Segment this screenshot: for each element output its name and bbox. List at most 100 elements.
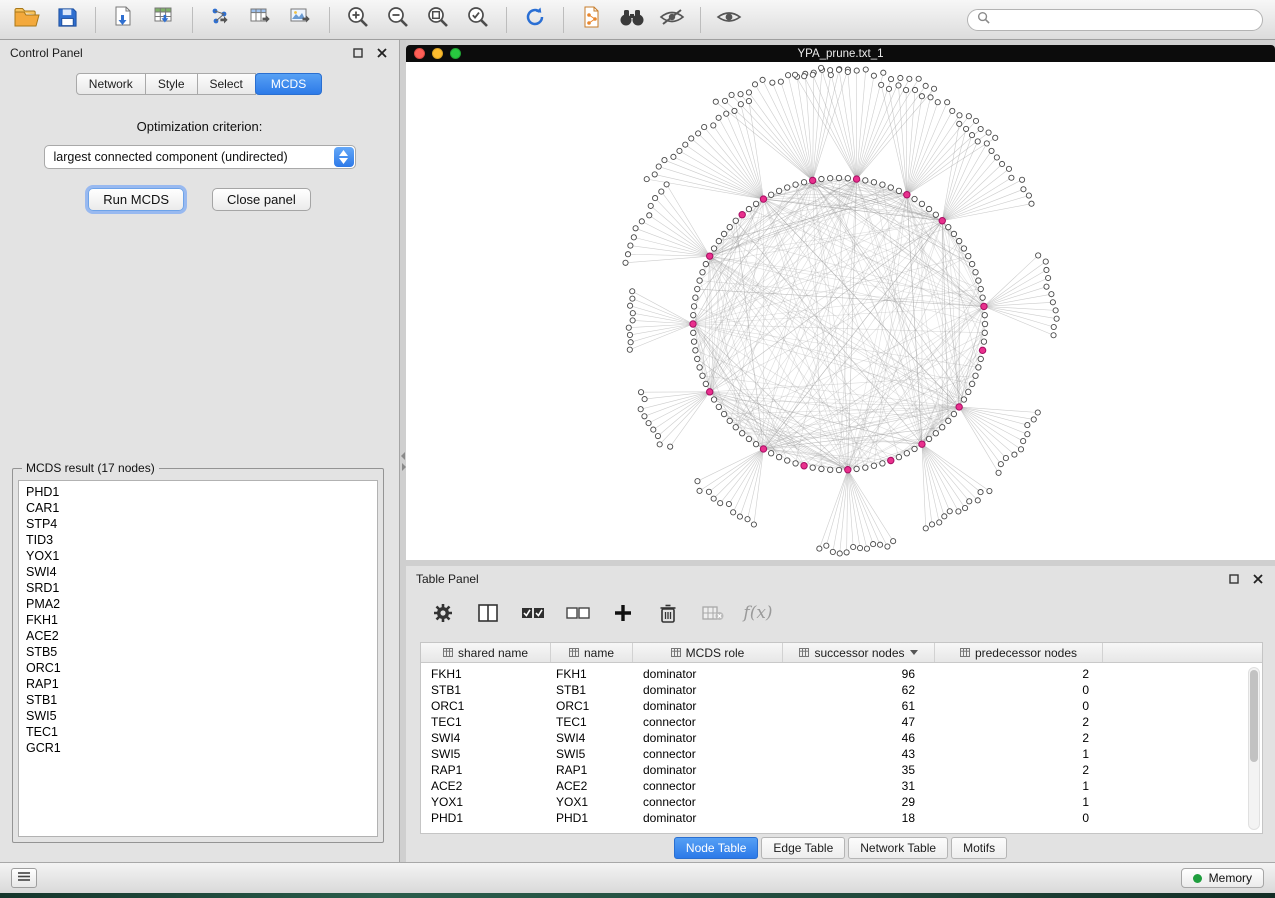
tab-network-table[interactable]: Network Table xyxy=(848,837,948,859)
mcds-result-item[interactable]: ORC1 xyxy=(26,660,370,676)
close-window-icon[interactable] xyxy=(414,48,425,59)
tab-style[interactable]: Style xyxy=(145,73,198,95)
table-cell: YOX1 xyxy=(421,795,551,809)
float-panel-icon[interactable] xyxy=(350,46,365,61)
mcds-result-item[interactable]: PMA2 xyxy=(26,596,370,612)
zoom-out-button[interactable] xyxy=(379,4,417,36)
export-network-button[interactable] xyxy=(202,4,240,36)
refresh-button[interactable] xyxy=(516,4,554,36)
table-row[interactable]: PHD1PHD1dominator180 xyxy=(421,810,1262,826)
sort-chevron-icon xyxy=(910,650,918,655)
zoom-in-button[interactable] xyxy=(339,4,377,36)
table-cell: 1 xyxy=(935,747,1103,761)
mcds-result-list[interactable]: PHD1CAR1STP4TID3YOX1SWI4SRD1PMA2FKH1ACE2… xyxy=(18,480,378,837)
export-table-button[interactable] xyxy=(242,4,280,36)
mcds-result-item[interactable]: TID3 xyxy=(26,532,370,548)
mcds-result-item[interactable]: SRD1 xyxy=(26,580,370,596)
search-input[interactable] xyxy=(996,13,1253,27)
close-panel-button[interactable]: Close panel xyxy=(212,188,311,211)
import-table-file-button[interactable] xyxy=(145,4,183,36)
mcds-result-item[interactable]: YOX1 xyxy=(26,548,370,564)
close-panel-icon[interactable] xyxy=(1250,572,1265,587)
share-document-button[interactable] xyxy=(573,4,611,36)
optimization-criterion-select[interactable]: largest connected component (undirected) xyxy=(44,145,356,169)
mcds-result-item[interactable]: STP4 xyxy=(26,516,370,532)
column-header-mcds-role[interactable]: MCDS role xyxy=(633,643,783,662)
mcds-result-item[interactable]: SWI4 xyxy=(26,564,370,580)
table-row[interactable]: FKH1FKH1dominator962 xyxy=(421,666,1262,682)
add-column-button[interactable] xyxy=(610,600,636,626)
deselect-all-button[interactable] xyxy=(565,600,591,626)
table-cell: PHD1 xyxy=(551,811,633,825)
maximize-window-icon[interactable] xyxy=(450,48,461,59)
function-builder-button[interactable]: f(x) xyxy=(745,600,771,626)
table-row[interactable]: YOX1YOX1connector291 xyxy=(421,794,1262,810)
table-row[interactable]: RAP1RAP1dominator352 xyxy=(421,762,1262,778)
open-session-button[interactable] xyxy=(8,4,46,36)
image-export-icon xyxy=(289,5,313,34)
tab-node-table[interactable]: Node Table xyxy=(674,837,759,859)
table-row[interactable]: ACE2ACE2connector311 xyxy=(421,778,1262,794)
node-table-header: shared name name MCDS role successor nod… xyxy=(421,643,1262,663)
mcds-result-item[interactable]: RAP1 xyxy=(26,676,370,692)
table-scrollbar-thumb[interactable] xyxy=(1250,670,1258,762)
export-image-button[interactable] xyxy=(282,4,320,36)
tab-motifs[interactable]: Motifs xyxy=(951,837,1007,859)
search-network-button[interactable] xyxy=(613,4,651,36)
table-cell: 0 xyxy=(935,699,1103,713)
mcds-result-item[interactable]: STB5 xyxy=(26,644,370,660)
network-window: YPA_prune.txt_1 xyxy=(406,45,1275,560)
mcds-result-item[interactable]: GCR1 xyxy=(26,740,370,756)
table-row[interactable]: SWI5SWI5connector431 xyxy=(421,746,1262,762)
column-header-shared-name[interactable]: shared name xyxy=(421,643,551,662)
mcds-result-item[interactable]: STB1 xyxy=(26,692,370,708)
table-cell: dominator xyxy=(633,811,783,825)
minimize-window-icon[interactable] xyxy=(432,48,443,59)
show-graphics-button[interactable] xyxy=(710,4,748,36)
tab-edge-table[interactable]: Edge Table xyxy=(761,837,845,859)
table-row[interactable]: STB1STB1dominator620 xyxy=(421,682,1262,698)
tab-select[interactable]: Select xyxy=(197,73,256,95)
network-graph[interactable] xyxy=(406,62,1275,560)
mcds-result-item[interactable]: TEC1 xyxy=(26,724,370,740)
table-cell: FKH1 xyxy=(551,667,633,681)
table-row[interactable]: ORC1ORC1dominator610 xyxy=(421,698,1262,714)
mcds-result-item[interactable]: CAR1 xyxy=(26,500,370,516)
hide-selected-button[interactable] xyxy=(653,4,691,36)
delete-column-button[interactable] xyxy=(655,600,681,626)
network-canvas[interactable] xyxy=(406,62,1275,560)
refresh-icon xyxy=(523,5,547,34)
tab-network[interactable]: Network xyxy=(76,73,146,95)
float-panel-icon[interactable] xyxy=(1226,572,1241,587)
mcds-result-item[interactable]: FKH1 xyxy=(26,612,370,628)
table-cell: 31 xyxy=(783,779,935,793)
delete-table-button[interactable] xyxy=(700,600,726,626)
select-all-button[interactable] xyxy=(520,600,546,626)
table-cell: TEC1 xyxy=(551,715,633,729)
zoom-selected-button[interactable] xyxy=(459,4,497,36)
mcds-result-item[interactable]: PHD1 xyxy=(26,484,370,500)
table-cell: 29 xyxy=(783,795,935,809)
split-column-button[interactable] xyxy=(475,600,501,626)
table-cell: ACE2 xyxy=(551,779,633,793)
task-history-button[interactable] xyxy=(11,868,37,888)
column-header-name[interactable]: name xyxy=(551,643,633,662)
column-header-predecessor-nodes[interactable]: predecessor nodes xyxy=(935,643,1103,662)
run-mcds-button[interactable]: Run MCDS xyxy=(88,188,184,211)
network-titlebar[interactable]: YPA_prune.txt_1 xyxy=(406,45,1275,62)
table-row[interactable]: TEC1TEC1connector472 xyxy=(421,714,1262,730)
memory-button[interactable]: Memory xyxy=(1181,868,1264,888)
zoom-fit-button[interactable] xyxy=(419,4,457,36)
mcds-result-item[interactable]: ACE2 xyxy=(26,628,370,644)
table-scrollbar[interactable] xyxy=(1248,667,1260,830)
search-box[interactable] xyxy=(967,9,1263,31)
table-cell: connector xyxy=(633,779,783,793)
save-session-button[interactable] xyxy=(48,4,86,36)
mcds-result-item[interactable]: SWI5 xyxy=(26,708,370,724)
import-network-file-button[interactable] xyxy=(105,4,143,36)
tab-mcds[interactable]: MCDS xyxy=(255,73,322,95)
table-settings-button[interactable] xyxy=(430,600,456,626)
table-row[interactable]: SWI4SWI4dominator462 xyxy=(421,730,1262,746)
column-header-successor-nodes[interactable]: successor nodes xyxy=(783,643,935,662)
close-panel-icon[interactable] xyxy=(374,46,389,61)
